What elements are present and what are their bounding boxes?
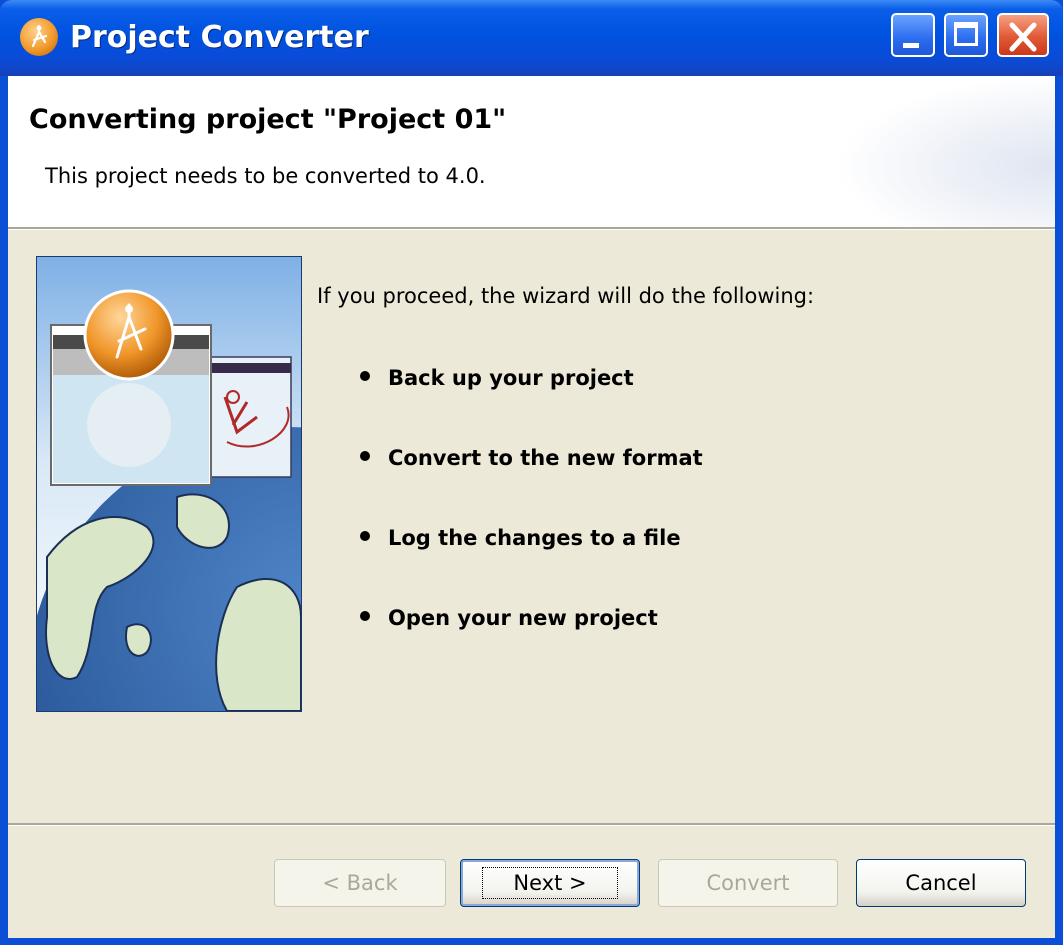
wizard-illustration [36,256,302,712]
list-item: Log the changes to a file [360,526,681,550]
header-decoration [835,76,1055,227]
maximize-icon [954,22,978,46]
step-label: Log the changes to a file [388,526,681,550]
cancel-button[interactable]: Cancel [856,859,1026,907]
wizard-header: Converting project "Project 01" This pro… [8,76,1055,227]
back-button[interactable]: < Back [274,859,446,907]
page-description: This project needs to be converted to 4.… [45,164,486,188]
next-button[interactable]: Next > [460,859,640,907]
list-item: Back up your project [360,366,634,390]
dialog-client-area: Converting project "Project 01" This pro… [8,76,1055,938]
step-label: Convert to the new format [388,446,703,470]
step-label: Back up your project [388,366,634,390]
footer-divider [8,823,1055,826]
step-label: Open your new project [388,606,658,630]
bullet-icon [360,371,370,381]
project-converter-window: Project Converter Converting project "Pr… [0,0,1063,945]
project-converter-icon [20,18,58,56]
close-button[interactable] [997,13,1049,57]
close-icon [1009,22,1037,52]
minimize-button[interactable] [891,13,935,57]
list-item: Open your new project [360,606,658,630]
intro-text: If you proceed, the wizard will do the f… [317,284,815,308]
header-divider [8,227,1055,230]
page-title: Converting project "Project 01" [29,104,507,135]
maximize-button[interactable] [944,13,988,57]
next-button-label: Next > [482,867,618,899]
minimize-icon [903,43,919,48]
bullet-icon [360,531,370,541]
title-bar[interactable]: Project Converter [0,0,1063,76]
list-item: Convert to the new format [360,446,703,470]
window-title: Project Converter [70,20,369,55]
bullet-icon [360,611,370,621]
bullet-icon [360,451,370,461]
convert-button[interactable]: Convert [658,859,838,907]
